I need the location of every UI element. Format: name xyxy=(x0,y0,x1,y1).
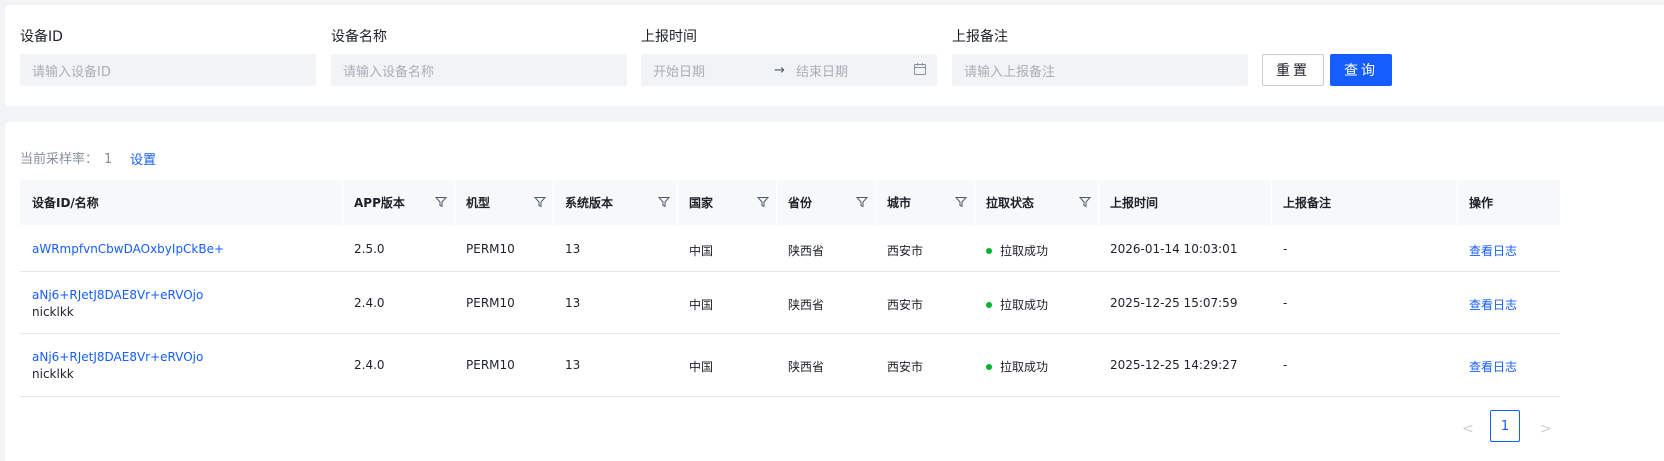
column-header-country: 国家 xyxy=(689,196,714,210)
status-text: 拉取成功 xyxy=(1000,298,1049,312)
filter-icon[interactable] xyxy=(534,196,546,208)
status-dot-icon xyxy=(986,301,992,308)
city-cell: 西安市 xyxy=(887,244,924,258)
page-1-button[interactable]: 1 xyxy=(1490,410,1520,442)
filter-icon[interactable] xyxy=(955,196,967,208)
filter-icon[interactable] xyxy=(435,196,447,208)
status-cell: 拉取成功 xyxy=(974,296,1048,313)
filter-icon[interactable] xyxy=(856,196,868,208)
sampling-rate: 当前采样率： 1 xyxy=(20,148,112,167)
status-cell: 拉取成功 xyxy=(974,358,1048,375)
column-header-province: 省份 xyxy=(788,196,813,210)
column-header-report-note: 上报备注 xyxy=(1283,196,1332,210)
status-text: 拉取成功 xyxy=(1000,360,1049,374)
status-cell: 拉取成功 xyxy=(974,242,1048,259)
province-cell: 陕西省 xyxy=(788,244,825,258)
report-note-cell: - xyxy=(1283,358,1288,372)
column-header-model: 机型 xyxy=(466,196,491,210)
table-row: aNj6+RJetJ8DAE8Vr+eRVOjo nicklkk 2.4.0 P… xyxy=(20,334,1560,397)
os-version-cell: 13 xyxy=(565,296,581,310)
results-panel: 当前采样率： 1 设置 设备ID/名称 APP版本 机型 系统版本 国家 省份 城… xyxy=(5,122,1664,461)
report-time-cell: 2026-01-14 10:03:01 xyxy=(1110,242,1238,256)
view-log-link[interactable]: 查看日志 xyxy=(1457,358,1517,375)
model-cell: PERM10 xyxy=(466,242,515,256)
status-dot-icon xyxy=(986,363,992,370)
city-cell: 西安市 xyxy=(887,298,924,312)
end-date-input[interactable]: 结束日期 xyxy=(796,61,848,80)
device-id-input[interactable]: 请输入设备ID xyxy=(20,54,316,86)
province-cell: 陕西省 xyxy=(788,298,825,312)
report-note-cell: - xyxy=(1283,242,1288,256)
report-time-label: 上报时间 xyxy=(641,29,697,45)
filter-icon[interactable] xyxy=(1079,196,1091,208)
report-note-cell: - xyxy=(1283,296,1288,310)
os-version-cell: 13 xyxy=(565,242,581,256)
status-text: 拉取成功 xyxy=(1000,244,1049,258)
device-name-label: 设备名称 xyxy=(331,29,387,45)
next-page-button[interactable]: > xyxy=(1540,421,1552,437)
column-header-app-version: APP版本 xyxy=(354,196,405,210)
device-name-text: nicklkk xyxy=(32,305,74,319)
report-time-cell: 2025-12-25 14:29:27 xyxy=(1110,358,1238,372)
device-id-link[interactable]: aNj6+RJetJ8DAE8Vr+eRVOjo xyxy=(20,350,203,364)
device-name-input[interactable]: 请输入设备名称 xyxy=(331,54,627,86)
device-id-link[interactable]: aWRmpfvnCbwDAOxbyIpCkBe+ xyxy=(20,242,224,256)
calendar-icon xyxy=(914,63,926,75)
reset-button[interactable]: 重置 xyxy=(1262,54,1324,86)
province-cell: 陕西省 xyxy=(788,360,825,374)
app-version-cell: 2.5.0 xyxy=(354,242,385,256)
country-cell: 中国 xyxy=(689,360,714,374)
report-time-cell: 2025-12-25 15:07:59 xyxy=(1110,296,1238,310)
table-header: 设备ID/名称 APP版本 机型 系统版本 国家 省份 城市 拉取状态 上报时间 xyxy=(20,180,1560,225)
query-button[interactable]: 查询 xyxy=(1330,54,1392,86)
report-note-label: 上报备注 xyxy=(952,29,1008,45)
device-id-label: 设备ID xyxy=(20,29,63,45)
column-header-os-version: 系统版本 xyxy=(565,196,614,210)
model-cell: PERM10 xyxy=(466,358,515,372)
prev-page-button[interactable]: < xyxy=(1462,421,1474,437)
sampling-rate-label: 当前采样率： xyxy=(20,152,99,167)
column-header-city: 城市 xyxy=(887,196,912,210)
column-header-action: 操作 xyxy=(1469,196,1494,210)
app-version-cell: 2.4.0 xyxy=(354,358,385,372)
column-header-status: 拉取状态 xyxy=(986,196,1035,210)
device-id-link[interactable]: aNj6+RJetJ8DAE8Vr+eRVOjo xyxy=(20,288,203,302)
sampling-rate-value: 1 xyxy=(104,152,113,167)
model-cell: PERM10 xyxy=(466,296,515,310)
range-separator: → xyxy=(774,62,785,78)
filter-panel: 设备ID 请输入设备ID 设备名称 请输入设备名称 上报时间 开始日期 → 结束… xyxy=(5,5,1664,106)
city-cell: 西安市 xyxy=(887,360,924,374)
os-version-cell: 13 xyxy=(565,358,581,372)
column-header-report-time: 上报时间 xyxy=(1110,196,1159,210)
table-row: aNj6+RJetJ8DAE8Vr+eRVOjo nicklkk 2.4.0 P… xyxy=(20,272,1560,334)
report-note-input[interactable]: 请输入上报备注 xyxy=(952,54,1248,86)
view-log-link[interactable]: 查看日志 xyxy=(1457,242,1517,259)
status-dot-icon xyxy=(986,247,992,254)
set-sampling-link[interactable]: 设置 xyxy=(130,149,156,168)
view-log-link[interactable]: 查看日志 xyxy=(1457,296,1517,313)
table-row: aWRmpfvnCbwDAOxbyIpCkBe+ 2.5.0 PERM10 13… xyxy=(20,225,1560,272)
start-date-input[interactable]: 开始日期 xyxy=(653,61,705,80)
filter-icon[interactable] xyxy=(658,196,670,208)
column-header-device: 设备ID/名称 xyxy=(32,196,99,210)
device-name-text: nicklkk xyxy=(32,367,74,381)
country-cell: 中国 xyxy=(689,244,714,258)
country-cell: 中国 xyxy=(689,298,714,312)
app-version-cell: 2.4.0 xyxy=(354,296,385,310)
report-time-range[interactable]: 开始日期 → 结束日期 xyxy=(641,54,937,86)
filter-icon[interactable] xyxy=(757,196,769,208)
